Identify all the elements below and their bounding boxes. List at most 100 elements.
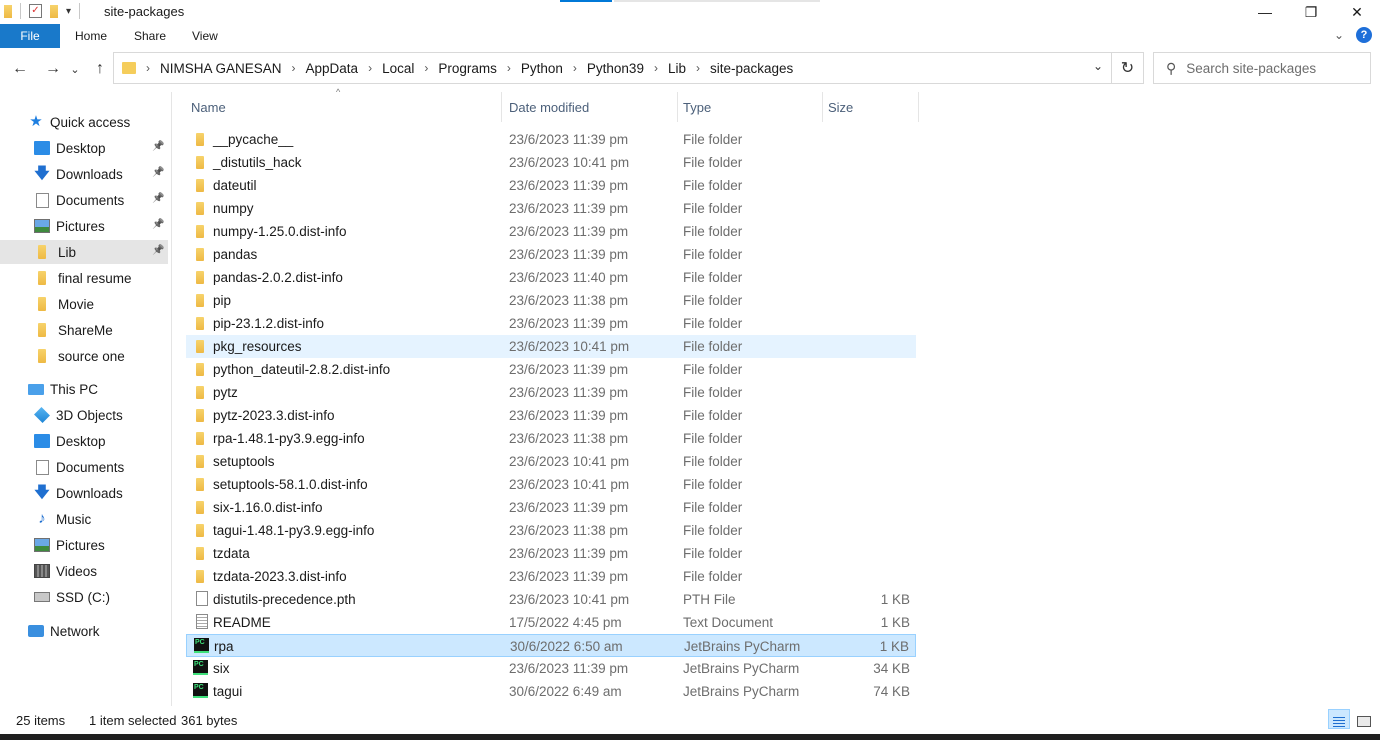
file-type: JetBrains PyCharm: [683, 684, 800, 699]
table-row[interactable]: setuptools 23/6/2023 10:41 pm File folder: [186, 450, 916, 473]
table-row[interactable]: numpy-1.25.0.dist-info 23/6/2023 11:39 pm…: [186, 220, 916, 243]
chevron-right-icon[interactable]: ›: [292, 61, 296, 75]
properties-icon[interactable]: ✓: [29, 4, 42, 18]
sidebar-item[interactable]: 3D Objects: [0, 403, 168, 427]
sidebar-item[interactable]: Videos: [0, 559, 168, 583]
new-folder-icon[interactable]: [50, 4, 58, 18]
table-row[interactable]: pandas 23/6/2023 11:39 pm File folder: [186, 243, 916, 266]
chevron-right-icon[interactable]: ›: [368, 61, 372, 75]
details-view-icon[interactable]: [1328, 709, 1350, 729]
breadcrumb-item[interactable]: site-packages: [710, 61, 793, 76]
table-row[interactable]: tzdata 23/6/2023 11:39 pm File folder: [186, 542, 916, 565]
chevron-right-icon[interactable]: ›: [654, 61, 658, 75]
table-row[interactable]: tzdata-2023.3.dist-info 23/6/2023 11:39 p…: [186, 565, 916, 588]
desktop-icon: [34, 141, 50, 155]
chevron-right-icon[interactable]: ›: [696, 61, 700, 75]
table-row[interactable]: setuptools-58.1.0.dist-info 23/6/2023 10:…: [186, 473, 916, 496]
3d-objects-icon: [34, 407, 50, 423]
sidebar-this-pc[interactable]: This PC: [0, 377, 168, 401]
search-input[interactable]: [1186, 60, 1357, 76]
column-header-name[interactable]: Name ^: [186, 87, 502, 122]
table-row[interactable]: pytz-2023.3.dist-info 23/6/2023 11:39 pm F…: [186, 404, 916, 427]
column-header-size[interactable]: Size: [823, 92, 919, 122]
table-row[interactable]: python_dateutil-2.8.2.dist-info 23/6/2023…: [186, 358, 916, 381]
customize-toolbar-icon[interactable]: ▾: [66, 6, 71, 17]
tab-home[interactable]: Home: [75, 29, 107, 43]
breadcrumb-item[interactable]: Python: [521, 61, 563, 76]
sidebar-item[interactable]: Desktop: [0, 429, 168, 453]
folder-icon: [196, 363, 204, 376]
sidebar-item[interactable]: Pictures 📌: [0, 214, 168, 238]
table-row[interactable]: __pycache__ 23/6/2023 11:39 pm File folder: [186, 128, 916, 151]
desktop-icon: [34, 434, 50, 448]
forward-arrow-icon[interactable]: →: [41, 60, 65, 78]
sidebar-item[interactable]: Documents: [0, 455, 168, 479]
sidebar-network[interactable]: Network: [0, 619, 168, 643]
table-row[interactable]: tagui-1.48.1-py3.9.egg-info 23/6/2023 11:…: [186, 519, 916, 542]
tab-share[interactable]: Share: [134, 29, 166, 43]
sidebar-item[interactable]: Documents 📌: [0, 188, 168, 212]
file-date: 17/5/2022 4:45 pm: [509, 615, 622, 630]
table-row[interactable]: distutils-precedence.pth 23/6/2023 10:41 …: [186, 588, 916, 611]
file-name: pip-23.1.2.dist-info: [213, 316, 325, 331]
chevron-right-icon[interactable]: ›: [573, 61, 577, 75]
recent-locations-icon[interactable]: ⌄: [63, 63, 87, 76]
column-header-type[interactable]: Type: [678, 92, 823, 122]
breadcrumb-item[interactable]: Local: [382, 61, 414, 76]
refresh-icon[interactable]: ↻: [1111, 53, 1143, 83]
table-row[interactable]: pip-23.1.2.dist-info 23/6/2023 11:39 pm Fi…: [186, 312, 916, 335]
table-row[interactable]: dateutil 23/6/2023 11:39 pm File folder: [186, 174, 916, 197]
sidebar-item[interactable]: ♪ Music: [0, 507, 168, 531]
sidebar-item[interactable]: Lib 📌: [0, 240, 168, 264]
breadcrumb-item[interactable]: Python39: [587, 61, 644, 76]
table-row[interactable]: README 17/5/2022 4:45 pm Text Document 1 KB: [186, 611, 916, 634]
table-row[interactable]: pkg_resources 23/6/2023 10:41 pm File fold…: [186, 335, 916, 358]
chevron-right-icon[interactable]: ›: [424, 61, 428, 75]
selection-size: 361 bytes: [181, 713, 238, 728]
sidebar-item[interactable]: 🡇 Downloads 📌: [0, 162, 168, 186]
sidebar-item[interactable]: Movie: [0, 292, 168, 316]
table-row[interactable]: pandas-2.0.2.dist-info 23/6/2023 11:40 pm…: [186, 266, 916, 289]
file-type: File folder: [683, 270, 743, 285]
table-row[interactable]: PC six 23/6/2023 11:39 pm JetBrains PyCharm…: [186, 657, 916, 680]
table-row[interactable]: PC tagui 30/6/2022 6:49 am JetBrains PyChar…: [186, 680, 916, 703]
pictures-icon: [34, 538, 50, 552]
table-row[interactable]: pytz 23/6/2023 11:39 pm File folder: [186, 381, 916, 404]
table-row[interactable]: six-1.16.0.dist-info 23/6/2023 11:39 pm Fi…: [186, 496, 916, 519]
chevron-right-icon[interactable]: ›: [507, 61, 511, 75]
breadcrumb-item[interactable]: Lib: [668, 61, 686, 76]
close-button[interactable]: ✕: [1334, 0, 1380, 24]
chevron-down-icon[interactable]: ⌄: [1093, 59, 1103, 73]
expand-ribbon-icon[interactable]: ⌄: [1334, 28, 1344, 42]
maximize-button[interactable]: ❐: [1288, 0, 1334, 24]
breadcrumb-item[interactable]: NIMSHA GANESAN: [160, 61, 282, 76]
breadcrumb-item[interactable]: Programs: [438, 61, 497, 76]
help-icon[interactable]: ?: [1356, 27, 1372, 43]
large-icons-view-icon[interactable]: [1353, 709, 1375, 729]
back-arrow-icon[interactable]: ←: [8, 60, 32, 78]
address-bar[interactable]: › NIMSHA GANESAN › AppData › Local › Programs ›…: [113, 52, 1144, 84]
sidebar-item[interactable]: Desktop 📌: [0, 136, 168, 160]
tab-view[interactable]: View: [192, 29, 218, 43]
sidebar-item[interactable]: ShareMe: [0, 318, 168, 342]
column-size-label: Size: [828, 99, 854, 115]
breadcrumb-item[interactable]: AppData: [306, 61, 359, 76]
table-row[interactable]: pip 23/6/2023 11:38 pm File folder: [186, 289, 916, 312]
sidebar-item[interactable]: 🡇 Downloads: [0, 481, 168, 505]
text-document-icon: [196, 614, 208, 629]
sidebar-item[interactable]: final resume: [0, 266, 168, 290]
table-row[interactable]: _distutils_hack 23/6/2023 10:41 pm File fo…: [186, 151, 916, 174]
table-row[interactable]: PC rpa 30/6/2022 6:50 am JetBrains PyCharm 1…: [186, 634, 916, 657]
search-box[interactable]: ⚲: [1153, 52, 1371, 84]
sidebar-item[interactable]: source one: [0, 344, 168, 368]
sidebar-item[interactable]: Pictures: [0, 533, 168, 557]
table-row[interactable]: rpa-1.48.1-py3.9.egg-info 23/6/2023 11:38…: [186, 427, 916, 450]
sidebar-quick-access[interactable]: ★ Quick access: [0, 110, 168, 134]
file-date: 23/6/2023 11:39 pm: [509, 178, 629, 193]
minimize-button[interactable]: —: [1242, 0, 1288, 24]
table-row[interactable]: numpy 23/6/2023 11:39 pm File folder: [186, 197, 916, 220]
tab-file[interactable]: File: [0, 24, 60, 48]
sidebar-item[interactable]: SSD (C:): [0, 585, 168, 609]
column-header-date[interactable]: Date modified: [504, 92, 678, 122]
up-arrow-icon[interactable]: ↑: [88, 60, 112, 78]
